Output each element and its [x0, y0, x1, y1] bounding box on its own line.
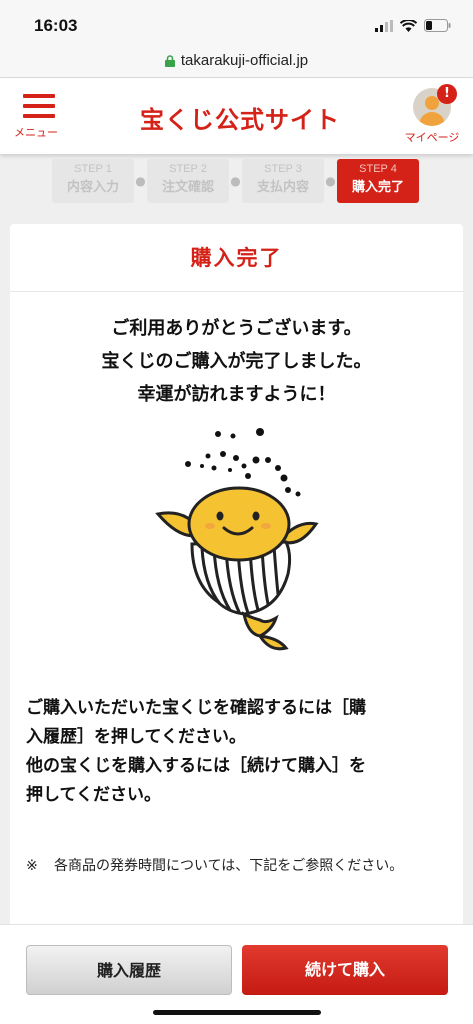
- step-1: STEP 1 内容入力: [52, 159, 134, 203]
- signal-icon: [375, 19, 393, 32]
- step-2-number: STEP 2: [169, 163, 207, 175]
- status-time: 16:03: [34, 16, 78, 35]
- step-separator: ●: [325, 174, 336, 188]
- step-4-number: STEP 4: [359, 163, 397, 175]
- step-2: STEP 2 注文確認: [147, 159, 229, 203]
- site-logo[interactable]: 宝くじ公式サイト: [140, 100, 340, 135]
- footnote-text: 各商品の発券時間については、下記をご参照ください。: [54, 858, 404, 874]
- home-indicator[interactable]: [153, 1010, 321, 1015]
- instruction-text: ご購入いただいた宝くじを確認するには［購 入履歴］を押してください。 他の宝くじ…: [26, 694, 450, 810]
- instruction-line: 押してください。: [26, 785, 161, 805]
- hamburger-icon: [23, 94, 55, 118]
- thanks-line: 宝くじのご購入が完了しました。: [101, 351, 372, 372]
- wifi-icon: [400, 19, 417, 32]
- step-separator: ●: [135, 174, 146, 188]
- status-icons: [375, 19, 451, 32]
- instruction-line: ご購入いただいた宝くじを確認するには［購: [26, 698, 366, 718]
- lock-icon: [164, 54, 175, 67]
- site-header: メニュー 宝くじ公式サイト ! マイページ: [0, 78, 473, 154]
- step-3: STEP 3 支払内容: [242, 159, 324, 203]
- completion-card: 購入完了 ご利用ありがとうございます。 宝くじのご購入が完了しました。 幸運が訪…: [10, 224, 463, 1024]
- battery-icon: [424, 19, 451, 32]
- address-bar[interactable]: takarakuji-official.jp: [0, 44, 473, 78]
- notification-badge: !: [437, 84, 457, 104]
- page-title: 購入完了: [10, 224, 463, 292]
- mypage-label: マイページ: [404, 131, 460, 144]
- thanks-line: ご利用ありがとうございます。: [111, 318, 362, 339]
- instruction-line: 入履歴］を押してください。: [26, 727, 246, 747]
- step-3-number: STEP 3: [264, 163, 302, 175]
- step-3-label: 支払内容: [256, 180, 309, 195]
- instruction-line: 他の宝くじを購入するには［続けて購入］を: [26, 756, 366, 776]
- step-4-label: 購入完了: [351, 180, 404, 195]
- step-1-label: 内容入力: [66, 180, 119, 195]
- step-2-label: 注文確認: [161, 180, 214, 195]
- footnote-mark: ※: [26, 858, 38, 874]
- whale-mascot-icon: [155, 428, 319, 651]
- step-indicator: STEP 1 内容入力 ● STEP 2 注文確認 ● STEP 3 支払内容 …: [52, 158, 419, 204]
- step-4: STEP 4 購入完了: [337, 159, 419, 203]
- menu-label: メニュー: [14, 126, 58, 139]
- menu-button[interactable]: メニュー: [12, 94, 66, 148]
- step-1-number: STEP 1: [74, 163, 112, 175]
- thanks-message: ご利用ありがとうございます。 宝くじのご購入が完了しました。 幸運が訪れますよう…: [10, 312, 463, 411]
- step-separator: ●: [230, 174, 241, 188]
- continue-purchase-button[interactable]: 続けて購入: [242, 945, 448, 995]
- thanks-line: 幸運が訪れますように！: [137, 384, 336, 405]
- url-text: takarakuji-official.jp: [180, 52, 309, 69]
- action-bar: 購入履歴 続けて購入: [0, 924, 473, 1024]
- footnote: ※ 各商品の発券時間については、下記をご参照ください。: [26, 854, 450, 878]
- mypage-button[interactable]: ! マイページ: [399, 84, 465, 145]
- purchase-history-button[interactable]: 購入履歴: [26, 945, 232, 995]
- status-bar: 16:03: [0, 0, 473, 44]
